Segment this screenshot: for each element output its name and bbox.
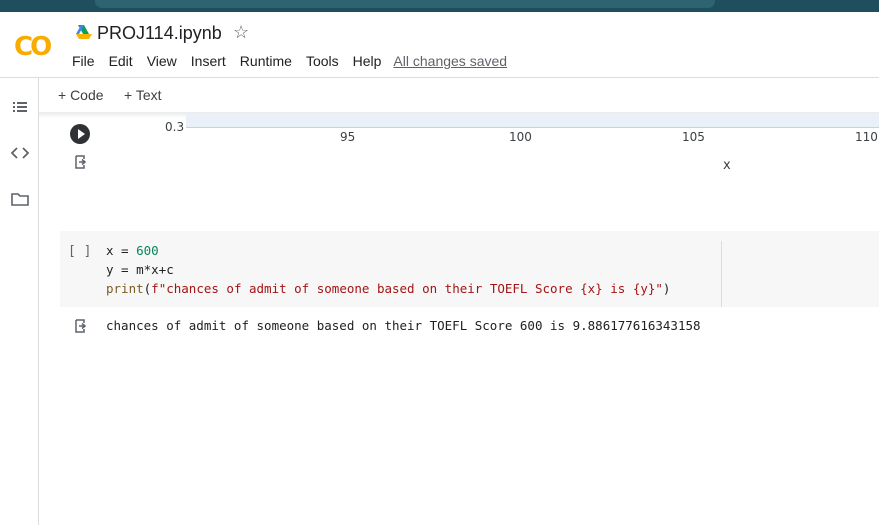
menu-view[interactable]: View xyxy=(147,53,177,69)
cell-divider xyxy=(721,241,722,307)
menu-help[interactable]: Help xyxy=(353,53,382,69)
plot-x-axis xyxy=(186,127,879,128)
code-string: f"chances of admit of someone based on t… xyxy=(151,281,663,296)
cell-toolbar: + Code + Text xyxy=(39,78,879,112)
code-function: print xyxy=(106,281,144,296)
output-clear-icon[interactable] xyxy=(74,155,88,169)
save-status-link[interactable]: All changes saved xyxy=(393,53,507,69)
cell-output-text: chances of admit of someone based on the… xyxy=(106,318,701,333)
left-sidebar xyxy=(0,78,39,525)
files-icon[interactable] xyxy=(11,190,29,208)
menu-tools[interactable]: Tools xyxy=(306,53,339,69)
x-tick-label: 100 xyxy=(509,130,532,144)
menu-file[interactable]: File xyxy=(72,53,95,69)
star-icon[interactable]: ☆ xyxy=(233,22,249,43)
execution-count[interactable]: [ ] xyxy=(68,244,91,259)
add-code-button[interactable]: + Code xyxy=(58,87,104,103)
code-snippets-icon[interactable] xyxy=(11,144,29,162)
toc-icon[interactable] xyxy=(11,98,29,116)
menu-bar: File Edit View Insert Runtime Tools Help… xyxy=(72,53,521,69)
menu-runtime[interactable]: Runtime xyxy=(240,53,292,69)
code-line[interactable]: y = m*x+c xyxy=(106,260,174,279)
browser-address-bar xyxy=(95,0,715,8)
menu-edit[interactable]: Edit xyxy=(109,53,133,69)
code-text: y = m*x+c xyxy=(106,262,174,277)
add-text-button[interactable]: + Text xyxy=(124,87,162,103)
x-tick-label: 105 xyxy=(682,130,705,144)
code-line[interactable]: print(f"chances of admit of someone base… xyxy=(106,279,670,298)
code-text: x = xyxy=(106,243,137,258)
x-axis-label: x xyxy=(723,158,731,173)
x-tick-label: 110 xyxy=(855,130,878,144)
output-clear-icon[interactable] xyxy=(74,319,88,333)
x-tick-label: 95 xyxy=(340,130,356,144)
colab-logo[interactable]: CO xyxy=(14,32,52,62)
code-number: 600 xyxy=(136,243,159,258)
browser-top-strip xyxy=(0,0,879,12)
run-cell-button[interactable] xyxy=(70,124,90,144)
plot-area-fragment xyxy=(186,114,879,128)
code-paren: ) xyxy=(662,281,671,296)
google-drive-icon[interactable] xyxy=(76,25,92,39)
code-line[interactable]: x = 600 xyxy=(106,241,159,260)
menu-insert[interactable]: Insert xyxy=(191,53,226,69)
notebook-title[interactable]: PROJ114.ipynb xyxy=(97,23,222,44)
y-tick-label: 0.3 xyxy=(165,120,185,134)
notebook-header: CO PROJ114.ipynb ☆ File Edit View Insert… xyxy=(0,12,879,78)
